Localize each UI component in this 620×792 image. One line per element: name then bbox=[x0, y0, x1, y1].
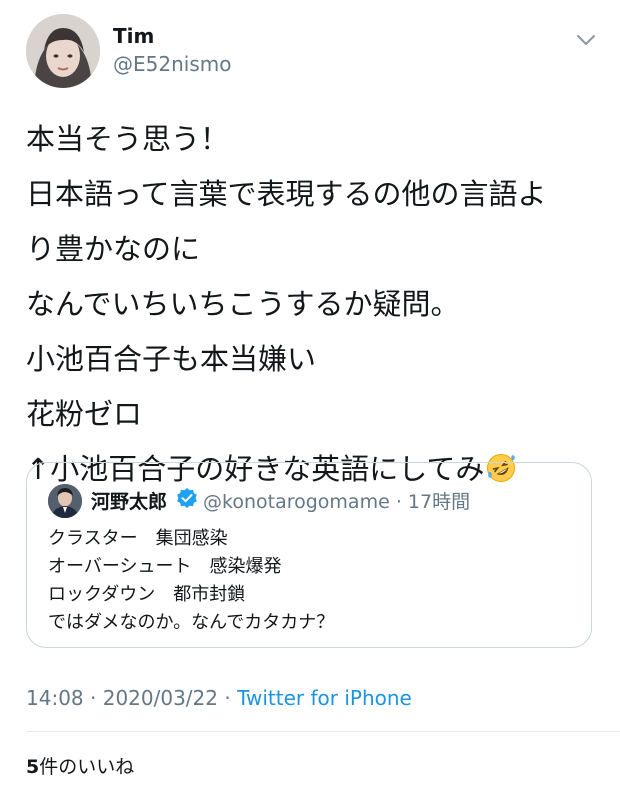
author-name[interactable]: Tim bbox=[113, 24, 154, 48]
tweet-date[interactable]: 2020/03/22 bbox=[103, 686, 218, 710]
quoted-line: ではダメなのか。なんでカタカナ？ bbox=[48, 612, 335, 633]
likes-label: 件のいいね bbox=[39, 756, 135, 778]
tweet-line: 花粉ゼロ bbox=[26, 397, 143, 431]
chevron-down-icon[interactable] bbox=[574, 28, 598, 52]
quoted-author-avatar[interactable] bbox=[48, 484, 82, 518]
quoted-author-handle[interactable]: @konotarogomame bbox=[203, 491, 390, 513]
quoted-time[interactable]: 17時間 bbox=[408, 491, 470, 513]
author-handle[interactable]: @E52nismo bbox=[113, 52, 231, 76]
quoted-meta: @konotarogomame · 17時間 bbox=[203, 487, 470, 514]
meta-separator: · bbox=[90, 686, 97, 710]
tweet: Tim @E52nismo 本当そう思う！ 日本語って言葉で表現するの他の言語よ… bbox=[0, 0, 620, 792]
tweet-time[interactable]: 14:08 bbox=[26, 686, 84, 710]
verified-badge-icon bbox=[177, 488, 197, 508]
quoted-line: ロックダウン 都市封鎖 bbox=[48, 584, 246, 605]
tweet-line: なんでいちいちこうするか疑問。 bbox=[26, 287, 460, 321]
tweet-line: 本当そう思う！ bbox=[26, 122, 230, 156]
author-avatar[interactable] bbox=[26, 14, 100, 88]
quoted-author-name[interactable]: 河野太郎 bbox=[91, 487, 167, 514]
tweet-line: 小池百合子も本当嫌い bbox=[26, 342, 317, 376]
quoted-line: オーバーシュート 感染爆発 bbox=[48, 556, 282, 577]
meta-separator: · bbox=[395, 491, 402, 513]
tweet-source-link[interactable]: Twitter for iPhone bbox=[237, 686, 412, 710]
quoted-tweet-text: クラスター 集団感染 オーバーシュート 感染爆発 ロックダウン 都市封鎖 ではダ… bbox=[48, 525, 334, 637]
tweet-line: 日本語って言葉で表現するの他の言語よ bbox=[26, 177, 547, 211]
tweet-meta: 14:08 · 2020/03/22 · Twitter for iPhone bbox=[26, 686, 412, 710]
tweet-text: 本当そう思う！ 日本語って言葉で表現するの他の言語よ り豊かなのに なんでいちい… bbox=[26, 112, 606, 497]
likes-number: 5 bbox=[26, 756, 40, 778]
likes-count[interactable]: 5件のいいね bbox=[26, 752, 134, 779]
quoted-line: クラスター 集団感染 bbox=[48, 528, 228, 549]
tweet-line: り豊かなのに bbox=[26, 232, 201, 266]
divider bbox=[26, 731, 620, 732]
meta-separator: · bbox=[224, 686, 231, 710]
quoted-tweet-card[interactable]: 河野太郎 @konotarogomame · 17時間 クラスター 集団感染 オ… bbox=[26, 462, 592, 648]
